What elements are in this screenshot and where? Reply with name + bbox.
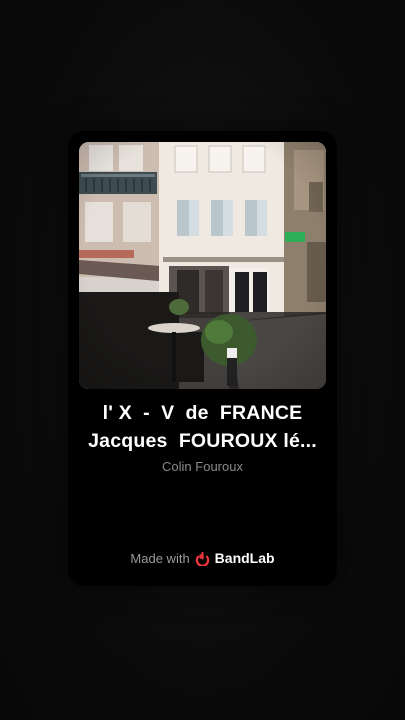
made-with-label: Made with xyxy=(130,550,190,566)
bandlab-logo-icon xyxy=(195,551,210,567)
track-title-line-1: l' X - V de FRANCE xyxy=(102,402,303,424)
cover-art-image xyxy=(79,142,326,389)
track-title-line-2: Jacques FOUROUX lé... xyxy=(88,430,317,452)
track-card[interactable]: l' X - V de FRANCE Jacques FOUROUX lé...… xyxy=(68,131,337,586)
artist-name[interactable]: Colin Fouroux xyxy=(68,459,337,474)
made-with-bandlab[interactable]: Made with BandLab xyxy=(68,547,337,569)
bandlab-brand-name: BandLab xyxy=(214,550,275,566)
